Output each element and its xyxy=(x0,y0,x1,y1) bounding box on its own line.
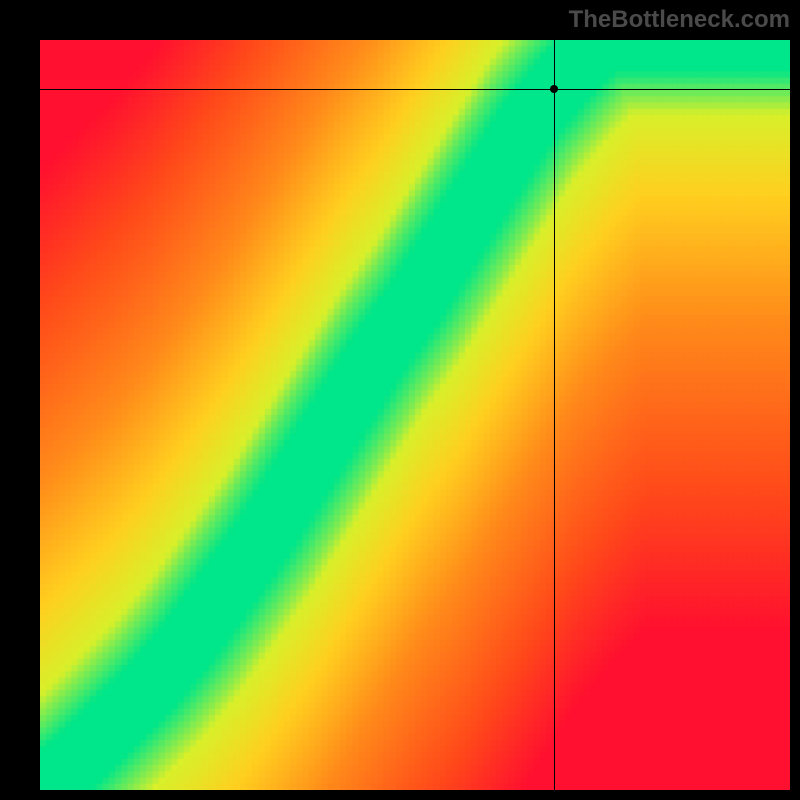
crosshair-horizontal xyxy=(40,89,790,90)
bottleneck-heatmap xyxy=(40,40,790,790)
marker-dot xyxy=(550,85,558,93)
watermark-text: TheBottleneck.com xyxy=(569,6,790,34)
crosshair-vertical xyxy=(554,40,555,790)
